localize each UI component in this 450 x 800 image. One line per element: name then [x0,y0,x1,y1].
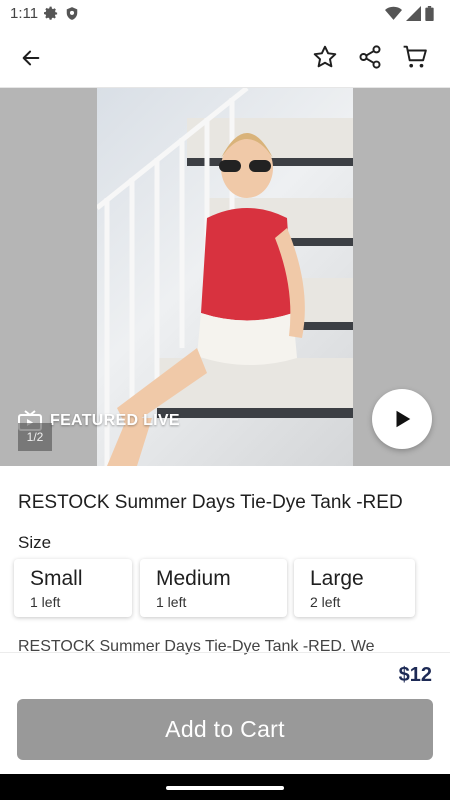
app-bar [0,28,450,88]
size-option-small[interactable]: Small 1 left [14,559,132,617]
add-to-cart-button[interactable]: Add to Cart [17,699,433,760]
size-stock: 2 left [310,594,341,610]
size-stock: 1 left [30,594,61,610]
star-outline-icon [313,45,337,68]
footer-divider [0,652,450,653]
gear-icon [44,6,58,20]
size-name: Small [30,567,83,590]
status-time: 1:11 [10,5,39,22]
size-stock: 1 left [156,594,187,610]
system-nav-bar [0,774,450,800]
product-details-sheet: RESTOCK Summer Days Tie-Dye Tank -RED Si… [0,466,450,774]
size-option-large[interactable]: Large 2 left [294,559,415,617]
cart-button[interactable] [398,40,432,74]
status-bar: 1:11 [0,0,450,28]
favorite-button[interactable] [308,40,342,74]
product-description: RESTOCK Summer Days Tie-Dye Tank -RED. W… [18,638,375,655]
size-name: Large [310,567,364,590]
image-pager: 1/2 [18,423,52,451]
size-label: Size [18,533,52,552]
home-gesture-handle[interactable] [166,786,284,790]
featured-live-label: FEATURED LIVE [50,412,180,429]
shopping-cart-icon [403,45,427,68]
add-to-cart-label: Add to Cart [165,716,285,742]
back-button[interactable] [14,42,48,74]
back-arrow-icon [22,50,40,66]
battery-icon [425,6,434,21]
product-title: RESTOCK Summer Days Tie-Dye Tank -RED [18,492,403,513]
wifi-icon [385,6,402,20]
play-video-button[interactable] [372,389,432,449]
share-button[interactable] [353,40,387,74]
size-name: Medium [156,567,231,590]
product-price: $12 [398,664,432,686]
status-right-icons [385,6,434,21]
product-media[interactable]: FEATURED LIVE 1/2 [0,88,450,466]
signal-icon [406,6,421,21]
status-left-icons [44,6,79,21]
size-option-medium[interactable]: Medium 1 left [140,559,287,617]
play-icon [396,410,411,428]
shield-icon [66,7,78,20]
share-icon [359,45,381,69]
